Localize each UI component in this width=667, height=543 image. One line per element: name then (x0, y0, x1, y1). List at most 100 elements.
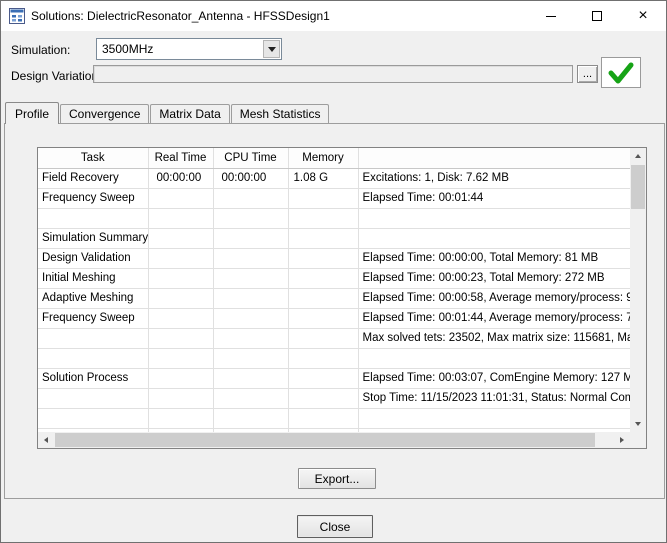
table-cell: Elapsed Time: 00:03:07, ComEngine Memory… (358, 368, 630, 388)
table-row[interactable]: Frequency SweepElapsed Time: 00:01:44 (38, 188, 630, 208)
table-cell (148, 208, 213, 228)
column-header[interactable]: Memory (288, 148, 358, 168)
table-cell (288, 368, 358, 388)
scroll-right-button[interactable] (614, 432, 630, 448)
table-cell (288, 308, 358, 328)
table-cell (213, 308, 288, 328)
tab-matrix-data-label: Matrix Data (159, 107, 220, 121)
simulation-dropdown-value: 3500MHz (97, 42, 263, 56)
table-cell (148, 368, 213, 388)
table-cell (213, 188, 288, 208)
table-cell (213, 328, 288, 348)
table-cell: Adaptive Meshing (38, 288, 148, 308)
scroll-down-button[interactable] (630, 416, 646, 432)
table-cell (358, 408, 630, 428)
column-header[interactable]: Task (38, 148, 148, 168)
table-row[interactable]: Field Recovery00:00:0000:00:001.08 GExci… (38, 168, 630, 188)
table-cell (148, 268, 213, 288)
table-cell (38, 348, 148, 368)
table-cell: 00:00:00 (148, 168, 213, 188)
design-variation-label: Design Variation: (11, 69, 102, 83)
maximize-button[interactable] (574, 1, 620, 31)
close-button[interactable]: Close (297, 515, 373, 538)
table-cell (288, 188, 358, 208)
minimize-button[interactable] (528, 1, 574, 31)
vertical-scrollbar-thumb[interactable] (631, 165, 645, 209)
vertical-scrollbar[interactable] (630, 148, 646, 432)
scroll-left-button[interactable] (38, 432, 54, 448)
design-variation-browse-button[interactable]: ... (577, 65, 598, 83)
horizontal-scrollbar-thumb[interactable] (55, 433, 595, 447)
table-cell: Elapsed Time: 00:01:44 (358, 188, 630, 208)
table-row[interactable]: Solution Process Elapsed Time: 00:03:07, … (38, 368, 630, 388)
table-row[interactable]: Adaptive MeshingElapsed Time: 00:00:58, … (38, 288, 630, 308)
table-cell (213, 248, 288, 268)
table-row[interactable]: Design ValidationElapsed Time: 00:00:00,… (38, 248, 630, 268)
table-row[interactable] (38, 348, 630, 368)
table-cell (148, 328, 213, 348)
column-header[interactable]: Real Time (148, 148, 213, 168)
table-cell (148, 288, 213, 308)
design-variation-field[interactable] (93, 65, 573, 83)
export-button[interactable]: Export... (298, 468, 376, 489)
chevron-down-icon[interactable] (263, 40, 280, 58)
table-cell: Field Recovery (38, 168, 148, 188)
scroll-up-button[interactable] (630, 148, 646, 164)
table-row[interactable]: Initial MeshingElapsed Time: 00:00:23, T… (38, 268, 630, 288)
dropdown-arrow-glyph (268, 47, 276, 52)
tab-profile[interactable]: Profile (5, 102, 59, 124)
table-cell (288, 348, 358, 368)
close-window-button[interactable]: × (620, 1, 666, 31)
table-cell: Excitations: 1, Disk: 7.62 MB (358, 168, 630, 188)
table-cell (288, 268, 358, 288)
table-cell (148, 308, 213, 328)
scrollbar-corner (630, 432, 646, 448)
valid-check-button[interactable] (601, 57, 641, 88)
column-header[interactable]: CPU Time (213, 148, 288, 168)
table-cell (288, 288, 358, 308)
table-cell (213, 348, 288, 368)
table-cell (288, 248, 358, 268)
table-header: TaskReal TimeCPU TimeMemory (38, 148, 630, 168)
table-cell (288, 408, 358, 428)
table-row[interactable] (38, 408, 630, 428)
table-cell: Max solved tets: 23502, Max matrix size:… (358, 328, 630, 348)
arrow-right-icon (620, 437, 624, 443)
table-cell (213, 288, 288, 308)
arrow-up-icon (635, 154, 641, 158)
table-row[interactable]: Simulation Summary (38, 228, 630, 248)
arrow-down-icon (635, 422, 641, 426)
table-cell (288, 228, 358, 248)
simulation-dropdown[interactable]: 3500MHz (96, 38, 282, 60)
tab-mesh-statistics[interactable]: Mesh Statistics (231, 104, 330, 123)
profile-table-grid: TaskReal TimeCPU TimeMemory Field Recove… (38, 148, 630, 432)
table-cell: Elapsed Time: 00:01:44, Average memory/p… (358, 308, 630, 328)
table-cell (38, 328, 148, 348)
tab-panel-profile: TaskReal TimeCPU TimeMemory Field Recove… (4, 123, 665, 499)
table-cell (213, 208, 288, 228)
table-cell (213, 388, 288, 408)
column-header[interactable] (358, 148, 630, 168)
table-cell: Simulation Summary (38, 228, 148, 248)
table-cell (38, 208, 148, 228)
minimize-icon (546, 16, 556, 17)
table-cell: Solution Process (38, 368, 148, 388)
table-cell: Elapsed Time: 00:00:00, Total Memory: 81… (358, 248, 630, 268)
table-cell (358, 228, 630, 248)
table-cell (148, 228, 213, 248)
solutions-dialog: Solutions: DielectricResonator_Antenna -… (0, 0, 667, 543)
table-cell (213, 368, 288, 388)
tab-convergence[interactable]: Convergence (60, 104, 149, 123)
table-row[interactable]: Frequency SweepElapsed Time: 00:01:44, A… (38, 308, 630, 328)
table-cell (288, 328, 358, 348)
horizontal-scrollbar[interactable] (38, 432, 630, 448)
table-cell (213, 408, 288, 428)
table-cell (38, 408, 148, 428)
tab-matrix-data[interactable]: Matrix Data (150, 104, 229, 123)
table-row[interactable] (38, 208, 630, 228)
table-cell (38, 388, 148, 408)
table-cell (213, 268, 288, 288)
table-cell (358, 348, 630, 368)
table-row[interactable]: Max solved tets: 23502, Max matrix size:… (38, 328, 630, 348)
table-row[interactable]: Stop Time: 11/15/2023 11:01:31, Status: … (38, 388, 630, 408)
